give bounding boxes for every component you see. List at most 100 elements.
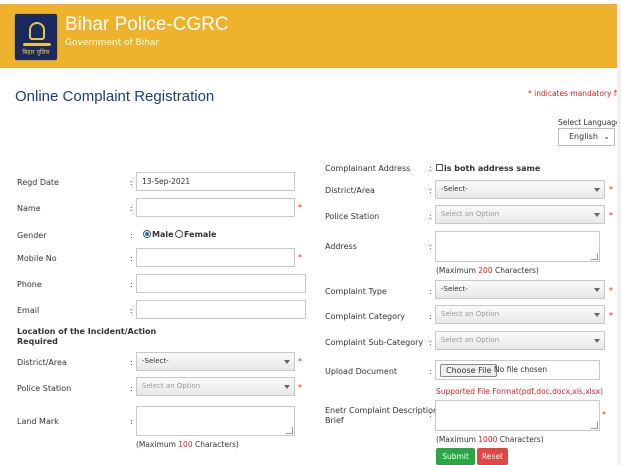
language-label: Select Language : xyxy=(558,118,621,127)
wave-icon xyxy=(23,43,51,46)
incident-district-value: -Select- xyxy=(142,357,169,365)
incident-district-select[interactable]: -Select- xyxy=(136,352,295,371)
caret-down-icon xyxy=(284,360,290,364)
required-marker: * xyxy=(609,211,613,220)
phone-label: Phone xyxy=(17,280,42,289)
description-textarea[interactable] xyxy=(435,400,600,431)
caret-down-icon xyxy=(594,288,600,292)
submit-button[interactable]: Submit xyxy=(436,448,475,465)
file-status: No file chosen xyxy=(494,365,548,374)
upload-file-input[interactable]: Choose File No file chosen xyxy=(435,360,600,380)
same-address-label: is both address same xyxy=(444,164,541,173)
address-textarea[interactable] xyxy=(435,231,600,262)
complaint-type-select[interactable]: -Select- xyxy=(435,280,605,299)
colon: : xyxy=(130,358,133,367)
colon: : xyxy=(130,384,133,393)
description-hint: (Maximum 1000 Characters) xyxy=(436,435,544,444)
complainant-address-label: Complainant Address xyxy=(325,164,411,173)
page-title: Online Complaint Registration xyxy=(15,88,215,105)
resize-grip-icon[interactable] xyxy=(286,427,293,434)
mobile-label: Mobile No xyxy=(17,254,57,263)
colon: : xyxy=(429,242,432,251)
reset-button[interactable]: Reset xyxy=(477,448,508,465)
colon: : xyxy=(130,280,133,289)
gender-label: Gender xyxy=(17,231,47,240)
address-police-station-select[interactable]: Select an Option xyxy=(435,205,605,224)
caret-down-icon xyxy=(594,188,600,192)
required-marker: * xyxy=(602,410,606,419)
address-hint: (Maximum 200 Characters) xyxy=(436,266,539,275)
name-label: Name xyxy=(17,204,41,213)
required-marker: * xyxy=(298,203,302,212)
name-input[interactable] xyxy=(136,198,295,217)
colon: : xyxy=(429,164,432,173)
incident-police-station-placeholder: Select an Option xyxy=(142,382,201,390)
gender-male-label: Male xyxy=(152,230,174,239)
required-marker: * xyxy=(298,383,302,392)
landmark-hint: (Maximum 100 Characters) xyxy=(136,440,239,449)
site-subtitle: Government of Bihar xyxy=(65,38,160,48)
mandatory-note: * indicates mandatory field xyxy=(528,89,621,98)
location-heading: Location of the Incident/Action xyxy=(17,327,157,336)
address-district-label: District/Area xyxy=(325,186,375,195)
language-value: English xyxy=(569,132,598,141)
chevron-down-icon: ⌄ xyxy=(603,132,610,141)
incident-police-station-select[interactable]: Select an Option xyxy=(136,377,295,396)
regd-date-label: Regd Date xyxy=(17,178,59,187)
bihar-police-logo: बिहार पुलिस xyxy=(14,13,58,61)
language-select[interactable]: English ⌄ xyxy=(558,128,615,146)
colon: : xyxy=(130,254,133,263)
gender-female-label: Female xyxy=(184,230,217,239)
resize-grip-icon[interactable] xyxy=(591,253,598,260)
colon: : xyxy=(130,204,133,213)
address-district-select[interactable]: -Select- xyxy=(435,180,605,199)
landmark-label: Land Mark xyxy=(17,417,59,426)
resize-grip-icon[interactable] xyxy=(591,422,598,429)
required-marker: * xyxy=(609,286,613,295)
landmark-textarea[interactable] xyxy=(136,406,295,436)
complaint-type-value: -Select- xyxy=(441,285,468,293)
colon: : xyxy=(429,312,432,321)
incident-district-label: District/Area xyxy=(17,358,67,367)
caret-down-icon xyxy=(594,313,600,317)
supported-formats: Supported File Format(pdf,doc,docx,xls,x… xyxy=(436,387,604,396)
upload-label: Upload Document xyxy=(325,367,398,376)
caret-down-icon xyxy=(284,385,290,389)
complaint-subcategory-select[interactable]: Select an Option xyxy=(435,331,605,350)
complaint-subcategory-label: Complaint Sub-Category xyxy=(325,338,424,347)
gender-male-radio[interactable] xyxy=(143,230,151,238)
choose-file-button[interactable]: Choose File xyxy=(440,364,498,377)
logo-text: बिहार पुलिस xyxy=(22,49,50,56)
page-scrollbar[interactable] xyxy=(617,4,621,465)
address-label: Address xyxy=(325,242,357,251)
colon: : xyxy=(130,231,133,240)
site-header: बिहार पुलिस Bihar Police-CGRC Government… xyxy=(0,0,621,68)
required-marker: * xyxy=(298,253,302,262)
incident-police-station-label: Police Station xyxy=(17,384,72,393)
regd-date-field[interactable]: 13-Sep-2021 xyxy=(136,172,295,191)
colon: : xyxy=(429,212,432,221)
email-label: Email xyxy=(17,306,40,315)
complaint-category-label: Complaint Category xyxy=(325,312,405,321)
same-address-checkbox[interactable] xyxy=(436,164,443,171)
required-marker: * xyxy=(609,185,613,194)
mobile-input[interactable] xyxy=(136,248,295,267)
phone-input[interactable] xyxy=(136,274,306,293)
colon: : xyxy=(429,338,432,347)
caret-down-icon xyxy=(594,339,600,343)
required-marker: * xyxy=(609,311,613,320)
address-district-value: -Select- xyxy=(441,185,468,193)
colon: : xyxy=(130,306,133,315)
colon: : xyxy=(429,410,432,419)
complaint-subcategory-placeholder: Select an Option xyxy=(441,336,500,344)
gender-female-radio[interactable] xyxy=(175,230,183,238)
colon: : xyxy=(130,178,133,187)
colon: : xyxy=(429,287,432,296)
colon: : xyxy=(429,367,432,376)
emblem-icon xyxy=(29,22,45,40)
complaint-category-select[interactable]: Select an Option xyxy=(435,305,605,324)
location-heading-cont: Required xyxy=(17,337,58,346)
address-police-station-placeholder: Select an Option xyxy=(441,210,500,218)
description-label-cont: Brief xyxy=(325,416,344,425)
email-input[interactable] xyxy=(136,300,306,319)
